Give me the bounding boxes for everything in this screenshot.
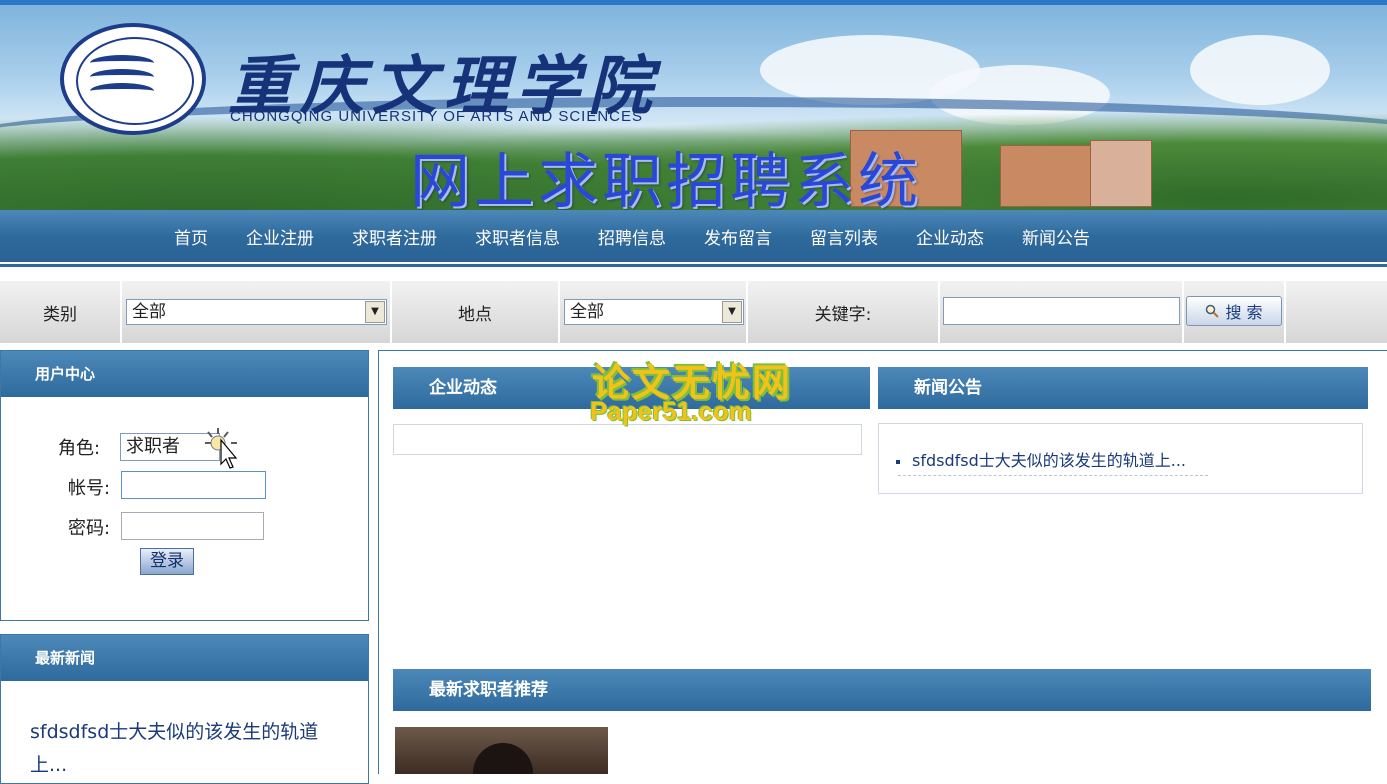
recommend-title: 最新求职者推荐 [393,669,1371,711]
system-title: 网上求职招聘系统 [410,147,922,210]
category-label: 类别 [0,281,122,343]
nav-item-company-news[interactable]: 企业动态 [916,224,984,249]
dropdown-arrow-icon[interactable]: ▼ [365,301,385,323]
header-banner: 重庆文理学院 CHONGQING UNIVERSITY OF ARTS AND … [0,0,1387,210]
nav-item-job-postings[interactable]: 招聘信息 [598,224,666,249]
watermark-line2: Paper51.com [590,396,752,426]
location-select[interactable]: 全部 ▼ [564,299,744,325]
nav-item-jobseeker-register[interactable]: 求职者注册 [352,224,437,249]
nav-item-message-list[interactable]: 留言列表 [810,224,878,249]
announcement-item[interactable]: sfdsdfsd士大夫似的该发生的轨道上... [896,447,1186,471]
watermark: 论文无忧网 Paper51.com [588,352,798,427]
category-select[interactable]: 全部 ▼ [126,299,387,325]
login-button[interactable]: 登录 [140,548,194,575]
nav-item-announcements[interactable]: 新闻公告 [1022,224,1090,249]
role-label: 角色: [58,438,101,459]
user-center-title: 用户中心 [1,351,368,397]
nav-item-post-message[interactable]: 发布留言 [704,224,772,249]
password-label: 密码: [68,518,111,539]
announcement-item-text[interactable]: sfdsdfsd士大夫似的该发生的轨道上... [912,451,1186,470]
dropdown-arrow-icon[interactable]: ▼ [722,301,742,323]
role-select-value: 求职者 [126,436,180,457]
school-name-en: CHONGQING UNIVERSITY OF ARTS AND SCIENCE… [230,108,644,125]
location-label: 地点 [392,281,560,343]
password-input[interactable] [121,512,264,540]
jobseeker-photo[interactable] [395,727,608,774]
banner-building [1090,140,1152,207]
account-label: 帐号: [68,478,111,499]
bullet-icon [896,459,900,464]
announcement-divider [898,475,1208,476]
search-button[interactable]: 搜 索 [1186,296,1282,326]
latest-news-title: 最新新闻 [1,635,368,681]
search-button-label: 搜 索 [1225,303,1263,322]
banner-cloud [1190,35,1330,105]
latest-news-item[interactable]: sfdsdfsd士大夫似的该发生的轨道上... [30,716,350,782]
keyword-label: 关键字: [748,281,940,343]
nav-item-home[interactable]: 首页 [174,224,208,249]
main-navigation: 首页 企业注册 求职者注册 求职者信息 招聘信息 发布留言 留言列表 企业动态 … [0,210,1387,267]
category-select-value: 全部 [132,302,166,322]
click-cursor-icon [205,428,238,469]
nav-item-jobseeker-info[interactable]: 求职者信息 [475,224,560,249]
seal-wave [90,83,154,99]
nav-items: 首页 企业注册 求职者注册 求职者信息 招聘信息 发布留言 留言列表 企业动态 … [174,210,1128,262]
company-news-box [393,424,862,455]
location-select-value: 全部 [570,302,604,322]
university-seal-logo [60,23,206,135]
announcements-title: 新闻公告 [878,367,1368,409]
jobseeker-photo-head [473,743,533,774]
banner-building [1000,145,1102,207]
nav-item-company-register[interactable]: 企业注册 [246,224,314,249]
account-input[interactable] [121,471,266,499]
keyword-input[interactable] [943,297,1180,325]
magnifier-icon [1206,304,1220,318]
